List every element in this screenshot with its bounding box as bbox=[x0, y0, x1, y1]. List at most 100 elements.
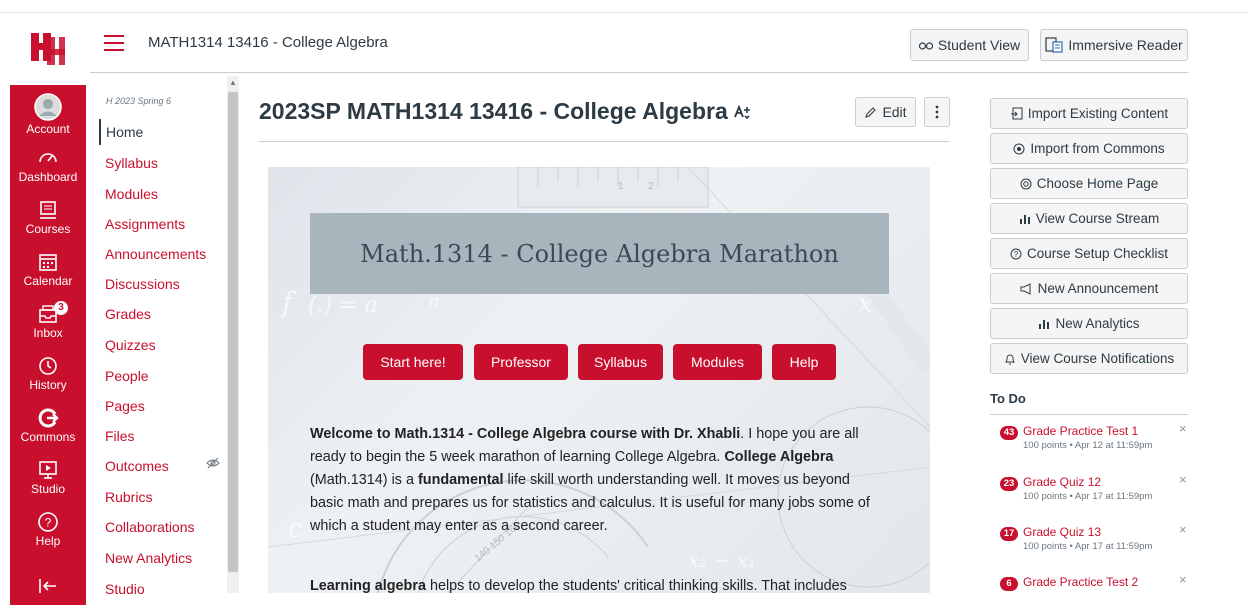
nav-dashboard-label: Dashboard bbox=[18, 170, 78, 184]
header-divider bbox=[90, 72, 1188, 73]
welcome-paragraph: Welcome to Math.1314 - College Algebra c… bbox=[310, 423, 885, 538]
course-setup-checklist-label: Course Setup Checklist bbox=[1026, 246, 1169, 261]
student-view-button[interactable]: Student View bbox=[910, 29, 1029, 61]
view-course-stream-button[interactable]: View Course Stream bbox=[990, 203, 1188, 234]
commons-icon bbox=[38, 408, 59, 428]
calendar-icon bbox=[39, 254, 57, 271]
nav-history[interactable]: History bbox=[10, 355, 86, 392]
nav-account[interactable]: Account bbox=[10, 93, 86, 136]
course-nav-new-analytics[interactable]: New Analytics bbox=[105, 550, 192, 566]
nav-dashboard[interactable]: Dashboard bbox=[10, 147, 86, 184]
course-nav-people[interactable]: People bbox=[105, 368, 149, 384]
course-nav-pages[interactable]: Pages bbox=[105, 398, 145, 414]
course-nav-collaborations[interactable]: Collaborations bbox=[105, 519, 195, 535]
collapse-nav-button[interactable] bbox=[10, 577, 86, 596]
import-existing-content-label: Import Existing Content bbox=[1027, 106, 1169, 121]
course-nav-quizzes[interactable]: Quizzes bbox=[105, 337, 156, 353]
immersive-reader-icon bbox=[1045, 37, 1063, 53]
course-nav-studio[interactable]: Studio bbox=[105, 581, 145, 597]
global-nav: Account Dashboard Courses Calendar 3 Inb… bbox=[10, 13, 86, 605]
import-from-commons-button[interactable]: Import from Commons bbox=[990, 133, 1188, 164]
inbox-unread-badge: 3 bbox=[54, 301, 68, 315]
dismiss-close-icon[interactable]: × bbox=[1179, 572, 1187, 587]
help-icon: ? bbox=[38, 512, 58, 532]
view-course-notifications-label: View Course Notifications bbox=[1020, 351, 1175, 366]
todo-title-link[interactable]: Grade Practice Test 2 bbox=[1023, 575, 1138, 589]
courses-icon bbox=[40, 201, 56, 219]
university-logo[interactable] bbox=[10, 13, 86, 83]
todo-count-badge: 23 bbox=[1000, 477, 1018, 491]
nav-courses-label: Courses bbox=[25, 222, 71, 236]
course-nav-scrollbar[interactable]: ▲ bbox=[227, 76, 239, 593]
dismiss-close-icon[interactable]: × bbox=[1179, 522, 1187, 537]
nav-courses[interactable]: Courses bbox=[10, 199, 86, 236]
page-title: 2023SP MATH1314 13416 - College Algebra bbox=[259, 98, 752, 125]
menu-toggle-button[interactable] bbox=[104, 35, 124, 56]
immersive-reader-title-icon[interactable] bbox=[734, 104, 752, 120]
todo-title-link[interactable]: Grade Quiz 13 bbox=[1023, 525, 1101, 539]
course-nav-home[interactable]: Home bbox=[99, 119, 143, 145]
student-view-label: Student View bbox=[937, 37, 1021, 53]
dismiss-close-icon[interactable]: × bbox=[1179, 421, 1187, 436]
learning-text: helps to develop the students' critical … bbox=[425, 578, 847, 593]
nav-inbox-label: Inbox bbox=[33, 326, 63, 340]
nav-help[interactable]: ? Help bbox=[10, 511, 86, 548]
edit-button-label: Edit bbox=[882, 104, 907, 120]
new-analytics-label: New Analytics bbox=[1055, 316, 1140, 331]
nav-inbox[interactable]: 3 Inbox bbox=[10, 301, 86, 340]
todo-meta: 100 points • Apr 17 at 11:59pm bbox=[1023, 541, 1153, 552]
breadcrumb[interactable]: MATH1314 13416 - College Algebra bbox=[148, 34, 388, 51]
nav-studio[interactable]: Studio bbox=[10, 459, 86, 496]
home-choose-icon bbox=[1020, 178, 1032, 189]
immersive-reader-button[interactable]: Immersive Reader bbox=[1040, 29, 1188, 61]
kebab-menu-icon bbox=[935, 105, 939, 119]
choose-home-page-button[interactable]: Choose Home Page bbox=[990, 168, 1188, 199]
course-nav-rubrics[interactable]: Rubrics bbox=[105, 489, 152, 505]
professor-button[interactable]: Professor bbox=[474, 344, 568, 380]
glasses-icon bbox=[918, 42, 933, 50]
syllabus-button[interactable]: Syllabus bbox=[578, 344, 663, 380]
more-options-button[interactable] bbox=[924, 97, 950, 127]
svg-text:(.) = a: (.) = a bbox=[308, 293, 378, 318]
import-existing-content-button[interactable]: Import Existing Content bbox=[990, 98, 1188, 129]
welcome-text-2: (Math.1314) is a bbox=[310, 472, 418, 488]
new-announcement-label: New Announcement bbox=[1037, 281, 1159, 296]
course-nav-outcomes[interactable]: Outcomes bbox=[105, 458, 169, 474]
svg-text:?: ? bbox=[45, 516, 52, 530]
todo-title-link[interactable]: Grade Quiz 12 bbox=[1023, 475, 1101, 489]
course-nav-syllabus[interactable]: Syllabus bbox=[105, 155, 158, 171]
commons-small-icon bbox=[1013, 143, 1025, 154]
todo-count-badge: 17 bbox=[1000, 527, 1018, 541]
help-button[interactable]: Help bbox=[772, 344, 836, 380]
svg-text:1: 1 bbox=[618, 181, 624, 192]
learning-algebra-bold: Learning algebra bbox=[310, 578, 426, 593]
page-title-text: 2023SP MATH1314 13416 - College Algebra bbox=[259, 98, 728, 124]
view-course-notifications-button[interactable]: View Course Notifications bbox=[990, 343, 1188, 374]
todo-count-badge: 43 bbox=[1000, 426, 1018, 440]
nav-commons-label: Commons bbox=[20, 430, 76, 444]
course-nav-files[interactable]: Files bbox=[105, 428, 135, 444]
svg-text:f: f bbox=[280, 286, 297, 319]
scrollbar-thumb[interactable] bbox=[228, 92, 238, 572]
nav-calendar[interactable]: Calendar bbox=[10, 251, 86, 288]
start-here-button[interactable]: Start here! bbox=[363, 344, 463, 380]
new-analytics-button[interactable]: New Analytics bbox=[990, 308, 1188, 339]
checklist-icon: ? bbox=[1010, 248, 1022, 259]
svg-text:?: ? bbox=[1014, 250, 1019, 259]
todo-title-link[interactable]: Grade Practice Test 1 bbox=[1023, 424, 1138, 438]
course-nav-discussions[interactable]: Discussions bbox=[105, 276, 180, 292]
collapse-arrow-icon bbox=[39, 579, 56, 593]
nav-commons[interactable]: Commons bbox=[10, 407, 86, 444]
todo-count-badge: 6 bbox=[1000, 577, 1018, 591]
course-nav-announcements[interactable]: Announcements bbox=[105, 246, 206, 262]
new-announcement-button[interactable]: New Announcement bbox=[990, 273, 1188, 304]
scroll-up-arrow-icon[interactable]: ▲ bbox=[229, 78, 237, 87]
nav-calendar-label: Calendar bbox=[23, 274, 73, 288]
modules-button[interactable]: Modules bbox=[673, 344, 762, 380]
course-nav-assignments[interactable]: Assignments bbox=[105, 216, 185, 232]
edit-button[interactable]: Edit bbox=[855, 97, 916, 127]
dismiss-close-icon[interactable]: × bbox=[1179, 472, 1187, 487]
course-setup-checklist-button[interactable]: ? Course Setup Checklist bbox=[990, 238, 1188, 269]
course-nav-modules[interactable]: Modules bbox=[105, 186, 158, 202]
course-nav-grades[interactable]: Grades bbox=[105, 306, 151, 322]
